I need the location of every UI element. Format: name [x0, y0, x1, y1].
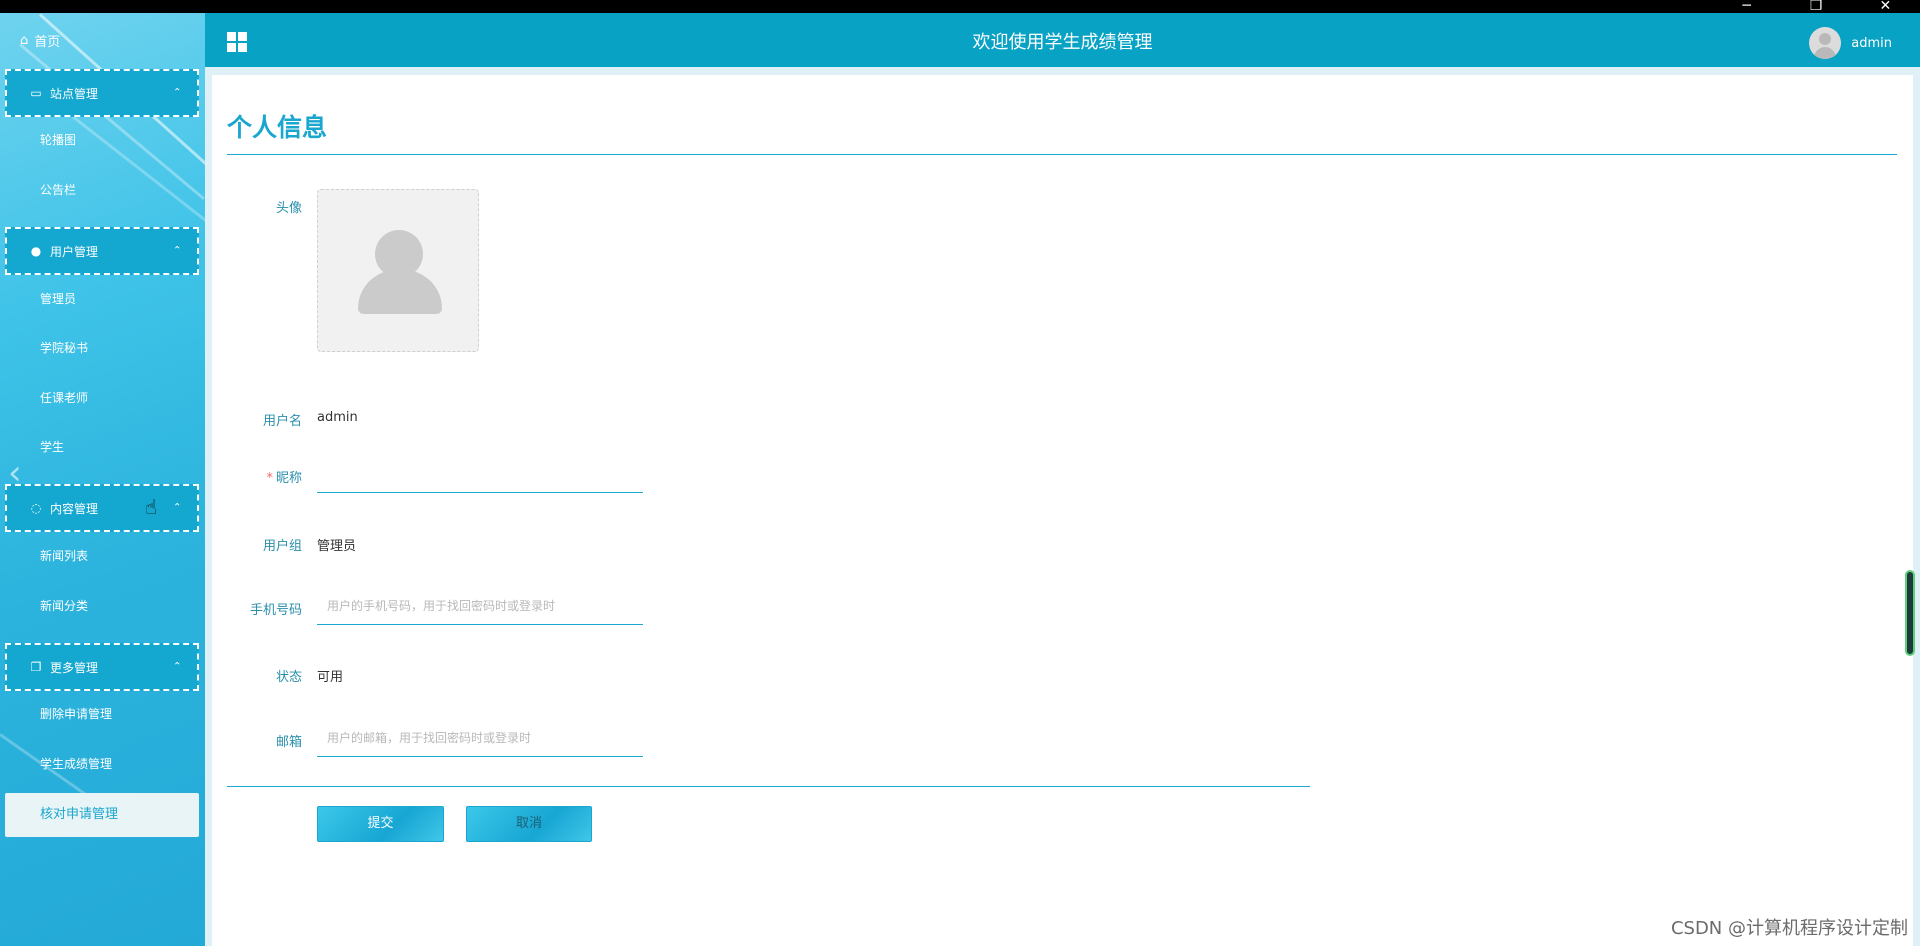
sidebar-item-delete-requests[interactable]: 删除申请管理 [40, 705, 112, 722]
home-icon: ⌂ [20, 33, 29, 48]
sidebar-item-grades[interactable]: 学生成绩管理 [40, 755, 112, 772]
user-icon: ● [30, 244, 42, 258]
header-username: admin [1851, 35, 1892, 51]
top-header: 欢迎使用学生成绩管理 admin [205, 13, 1920, 67]
status-value: 可用 [317, 670, 344, 685]
sidebar-group-label: 内容管理 [50, 501, 99, 516]
title-divider [227, 154, 1897, 155]
nickname-label: * 昵称 [266, 471, 302, 486]
decorative-streak [69, 113, 205, 239]
chevron-up-icon: ⌄ [172, 243, 181, 254]
sidebar-item-admin[interactable]: 管理员 [40, 290, 76, 307]
form-divider [227, 786, 1310, 787]
avatar-label: 头像 [275, 201, 302, 216]
phone-label: 手机号码 [249, 603, 302, 618]
cancel-button[interactable]: 取消 [466, 806, 592, 842]
sidebar-group-user[interactable]: ● 用户管理 ⌄ [5, 227, 199, 275]
app-title: 欢迎使用学生成绩管理 [972, 32, 1153, 53]
chat-icon: ◌ [30, 501, 42, 515]
sidebar: ⌂ 首页 ▭ 站点管理 ⌄ 轮播图 公告栏 ● 用户管理 ⌄ 管理员 学院秘书 … [0, 13, 205, 946]
window-top-bar [0, 0, 1920, 13]
sidebar-group-label: 站点管理 [50, 86, 99, 101]
sidebar-item-home[interactable]: ⌂ 首页 [20, 31, 60, 50]
hand-cursor-icon: ☝ [145, 495, 158, 519]
sidebar-group-site[interactable]: ▭ 站点管理 ⌄ [5, 69, 199, 117]
email-label: 邮箱 [275, 735, 302, 750]
copy-icon: ❐ [30, 660, 42, 674]
sidebar-item-carousel[interactable]: 轮播图 [40, 131, 76, 148]
scrollbar-thumb[interactable] [1905, 570, 1915, 656]
monitor-icon: ▭ [30, 86, 42, 100]
minimize-button[interactable]: ─ [1732, 0, 1762, 13]
profile-panel: 个人信息 头像 用户名 admin *昵称 用户组 管理员 手机号码 状态 可用… [212, 75, 1913, 946]
avatar-upload[interactable] [317, 189, 479, 352]
sidebar-item-student[interactable]: 学生 [40, 438, 64, 455]
phone-input[interactable] [317, 587, 643, 625]
sidebar-item-secretary[interactable]: 学院秘书 [40, 339, 88, 356]
status-label: 状态 [275, 670, 302, 685]
page-title: 个人信息 [227, 113, 328, 142]
user-menu[interactable]: admin [1809, 27, 1892, 59]
sidebar-group-label: 更多管理 [50, 660, 99, 675]
usergroup-label: 用户组 [262, 539, 302, 554]
sidebar-item-news-list[interactable]: 新闻列表 [40, 547, 88, 564]
restore-button[interactable]: ❐ [1801, 0, 1831, 13]
username-value: admin [317, 410, 358, 425]
sidebar-item-notice[interactable]: 公告栏 [40, 181, 76, 198]
sidebar-group-label: 用户管理 [50, 244, 99, 259]
nickname-label-text: 昵称 [275, 471, 302, 486]
sidebar-item-news-category[interactable]: 新闻分类 [40, 597, 88, 614]
chevron-up-icon: ⌄ [172, 500, 181, 511]
username-label: 用户名 [262, 414, 302, 429]
sidebar-item-check-requests[interactable]: 核对申请管理 [5, 793, 199, 837]
sidebar-item-teacher[interactable]: 任课老师 [40, 389, 88, 406]
sidebar-group-more[interactable]: ❐ 更多管理 ⌄ [5, 643, 199, 691]
decorative-streak [19, 43, 205, 200]
submit-button[interactable]: 提交 [317, 806, 444, 842]
sidebar-home-label: 首页 [34, 35, 61, 50]
avatar-placeholder-body [358, 270, 442, 314]
email-input[interactable] [317, 719, 643, 757]
chevron-up-icon: ⌄ [172, 659, 181, 670]
close-button[interactable]: ✕ [1870, 0, 1900, 13]
main-content: 个人信息 头像 用户名 admin *昵称 用户组 管理员 手机号码 状态 可用… [205, 67, 1920, 946]
watermark: CSDN @计算机程序设计定制 [1670, 918, 1908, 939]
nickname-input[interactable] [317, 455, 643, 493]
avatar [1809, 27, 1842, 59]
sidebar-group-content[interactable]: ◌ 内容管理 ⌄ [5, 484, 199, 532]
chevron-up-icon: ⌄ [172, 85, 181, 96]
usergroup-value: 管理员 [317, 539, 357, 554]
